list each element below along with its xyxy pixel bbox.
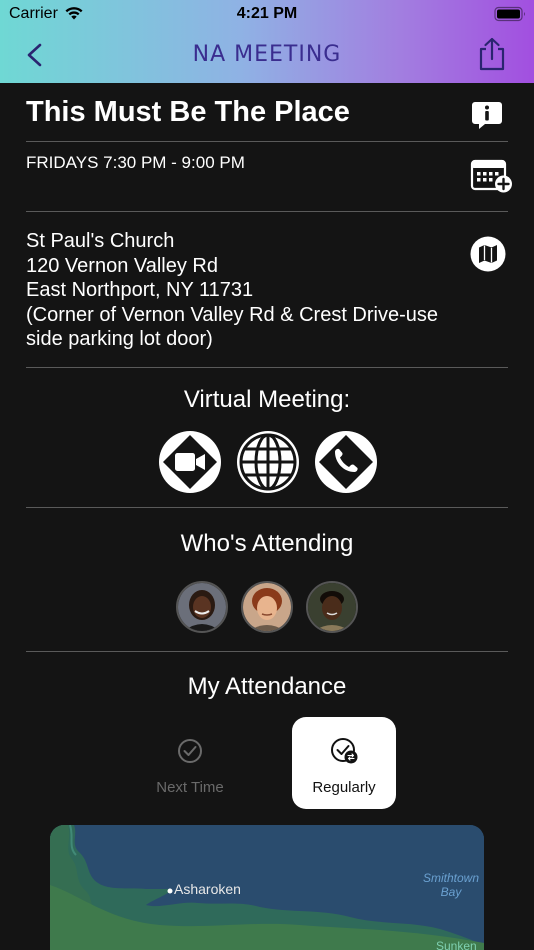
address-note-cont: side parking lot door) xyxy=(26,328,213,351)
divider xyxy=(26,367,508,368)
battery-icon xyxy=(494,6,527,22)
info-bubble-icon xyxy=(472,102,502,129)
checkmark-repeat-icon xyxy=(331,738,358,764)
virtual-meeting-heading: Virtual Meeting: xyxy=(183,386,351,413)
share-button[interactable] xyxy=(476,36,508,72)
nav-title: NA MEETING xyxy=(192,42,342,67)
info-button[interactable] xyxy=(470,98,504,132)
address-venue: St Paul's Church xyxy=(26,230,175,252)
status-bar: Carrier 4:21 PM xyxy=(0,0,534,28)
map-icon xyxy=(470,236,506,272)
avatar[interactable] xyxy=(241,581,293,633)
avatar[interactable] xyxy=(176,581,228,633)
map-place-label: Asharoken xyxy=(174,881,241,897)
meeting-address: St Paul's Church 120 Vernon Valley Rd Ea… xyxy=(26,229,438,352)
attending-heading: Who's Attending xyxy=(180,530,354,557)
location-map[interactable]: Asharoken Smithtown Bay Sunken xyxy=(50,825,484,950)
checkmark-circle-icon xyxy=(178,739,202,763)
map-place-label: Sunken xyxy=(436,939,477,950)
map-water-label-line: Bay xyxy=(440,885,462,899)
address-street: 120 Vernon Valley Rd xyxy=(26,254,218,277)
map-water-label: Smithtown Bay xyxy=(416,871,484,899)
share-icon xyxy=(479,37,505,71)
map-water-label-line: Smithtown xyxy=(422,871,480,885)
attendee-avatars xyxy=(176,581,358,633)
virtual-meeting-icons xyxy=(158,430,378,494)
attendance-option-label: Next Time xyxy=(156,779,224,796)
video-call-icon[interactable] xyxy=(158,430,222,494)
divider xyxy=(26,141,508,142)
calendar-add-icon xyxy=(470,159,512,193)
divider xyxy=(26,211,508,212)
globe-icon[interactable] xyxy=(236,430,300,494)
divider xyxy=(26,651,508,652)
meeting-title: This Must Be The Place xyxy=(26,96,350,128)
add-to-calendar-button[interactable] xyxy=(470,158,514,194)
attendance-regularly-option[interactable]: Regularly xyxy=(292,717,396,809)
attendance-option-label: Regularly xyxy=(312,779,376,796)
address-city: East Northport, NY 11731 xyxy=(26,279,254,302)
attendance-next-time-option[interactable]: Next Time xyxy=(138,717,242,809)
attendance-heading: My Attendance xyxy=(187,673,347,700)
address-note: (Corner of Vernon Valley Rd & Crest Driv… xyxy=(26,303,439,326)
avatar[interactable] xyxy=(306,581,358,633)
clock: 4:21 PM xyxy=(236,5,298,22)
open-map-button[interactable] xyxy=(470,236,506,272)
meeting-schedule: FRIDAYS 7:30 PM - 9:00 PM xyxy=(26,153,245,172)
divider xyxy=(26,507,508,508)
header-bar: Carrier 4:21 PM NA MEETING xyxy=(0,0,534,83)
phone-call-icon[interactable] xyxy=(314,430,378,494)
